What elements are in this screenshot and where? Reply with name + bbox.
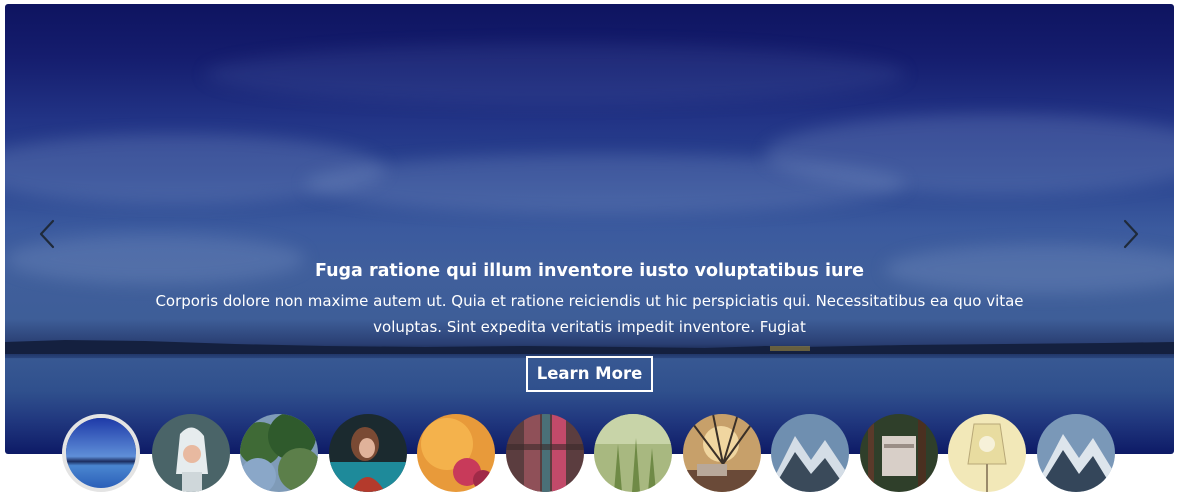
sky-cloud [205, 44, 905, 104]
chevron-right-icon [1123, 219, 1139, 249]
thumbnail-child-towel[interactable] [152, 414, 230, 492]
thumbnail-lake[interactable] [62, 414, 140, 492]
slide-description: Corporis dolore non maxime autem ut. Qui… [155, 292, 1024, 336]
fabric-photo [506, 414, 584, 492]
forest-sign-photo [860, 414, 938, 492]
carousel-widget: Fuga ratione qui illum inventore iusto v… [0, 0, 1179, 499]
learn-more-button[interactable]: Learn More [525, 356, 654, 392]
thumbnail-girl[interactable] [329, 414, 407, 492]
fruit-photo [417, 414, 495, 492]
thumbnail-fabric[interactable] [506, 414, 584, 492]
grass-photo [594, 414, 672, 492]
thumbnail-strip [62, 414, 1122, 494]
thumbnail-lamp[interactable] [948, 414, 1026, 492]
lamp-photo [948, 414, 1026, 492]
chevron-left-icon [39, 219, 55, 249]
mountain-photo [771, 414, 849, 492]
mountain-photo-2 [1037, 414, 1115, 492]
thumbnail-grass[interactable] [594, 414, 672, 492]
prev-slide-button[interactable] [35, 214, 59, 254]
thumbnail-mountain-2[interactable] [1037, 414, 1115, 492]
lake-image [66, 418, 136, 488]
thumbnail-house-sunset[interactable] [683, 414, 761, 492]
thumbnail-forest-sign[interactable] [860, 414, 938, 492]
next-slide-button[interactable] [1119, 214, 1143, 254]
thumbnail-fruit[interactable] [417, 414, 495, 492]
thumbnail-trees[interactable] [240, 414, 318, 492]
trees-photo [240, 414, 318, 492]
slide-title: Fuga ratione qui illum inventore iusto v… [314, 261, 864, 281]
child-photo [152, 414, 230, 492]
hero-slide: Fuga ratione qui illum inventore iusto v… [5, 4, 1174, 454]
slide-caption: Fuga ratione qui illum inventore iusto v… [5, 258, 1174, 392]
house-sunset-photo [683, 414, 761, 492]
girl-photo [329, 414, 407, 492]
thumbnail-mountain[interactable] [771, 414, 849, 492]
